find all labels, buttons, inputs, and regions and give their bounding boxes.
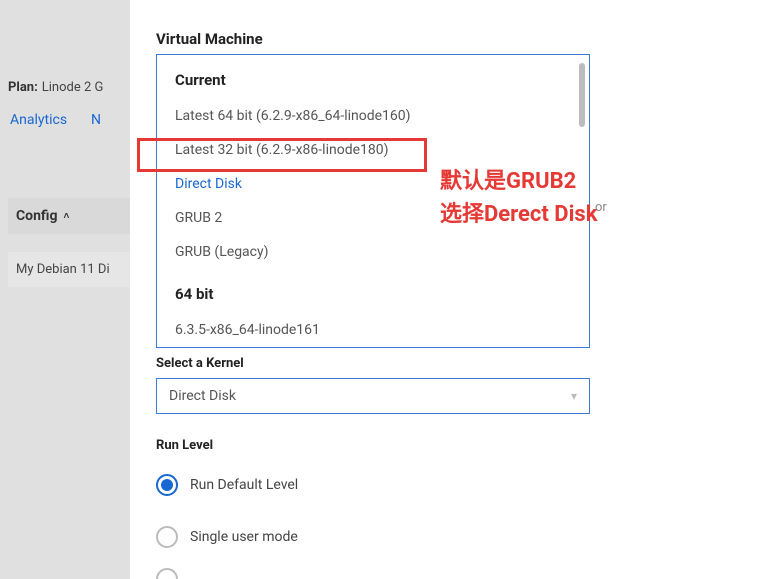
radio-run-default[interactable]: Run Default Level (156, 474, 298, 496)
radio-label: Run Default Level (190, 477, 298, 493)
radio-label: Single user mode (190, 529, 298, 545)
radio-single-user[interactable]: Single user mode (156, 526, 298, 548)
select-kernel-input[interactable]: Direct Disk ▾ (156, 378, 590, 414)
radio-icon (156, 568, 178, 579)
dropdown-item-635[interactable]: 6.3.5-x86_64-linode161 (157, 313, 589, 347)
select-kernel-value: Direct Disk (169, 388, 236, 404)
dropdown-item-latest-32[interactable]: Latest 32 bit (6.2.9-x86-linode180) (157, 133, 589, 167)
annotation-line-1: 默认是GRUB2 (440, 165, 597, 198)
tab-analytics[interactable]: Analytics (10, 112, 67, 128)
plan-value: Linode 2 G (42, 80, 104, 95)
select-kernel-label: Select a Kernel (156, 356, 244, 371)
dropdown-item-latest-64[interactable]: Latest 64 bit (6.2.9-x86_64-linode160) (157, 99, 589, 133)
scrollbar-thumb[interactable] (579, 63, 585, 127)
dropdown-section-current: Current (157, 55, 589, 99)
annotation-text: 默认是GRUB2 选择Derect Disk (440, 165, 597, 231)
radio-icon (156, 474, 178, 496)
config-profile-name: My Debian 11 Di (16, 262, 110, 277)
edit-config-modal: Virtual Machine or Current Latest 64 bit… (130, 0, 777, 579)
plan-label: Plan: (8, 80, 38, 95)
chevron-up-icon: ˄ (63, 211, 69, 222)
vm-mode-label: Virtual Machine (156, 30, 263, 48)
radio-icon (156, 526, 178, 548)
runlevel-label: Run Level (156, 438, 213, 453)
radio-partial[interactable] (156, 568, 178, 579)
plan-info: Plan: Linode 2 G (8, 80, 103, 95)
tab-n[interactable]: N (91, 112, 101, 128)
tab-row: Analytics N (10, 112, 101, 128)
dropdown-item-grub-legacy[interactable]: GRUB (Legacy) (157, 235, 589, 269)
chevron-down-icon: ▾ (571, 389, 577, 403)
config-section-header[interactable]: Config ˄ (8, 198, 130, 234)
config-header-label: Config (16, 208, 57, 224)
config-profile-row[interactable]: My Debian 11 Di (8, 252, 130, 287)
annotation-line-2: 选择Derect Disk (440, 198, 597, 231)
dropdown-section-64bit: 64 bit (157, 269, 589, 313)
